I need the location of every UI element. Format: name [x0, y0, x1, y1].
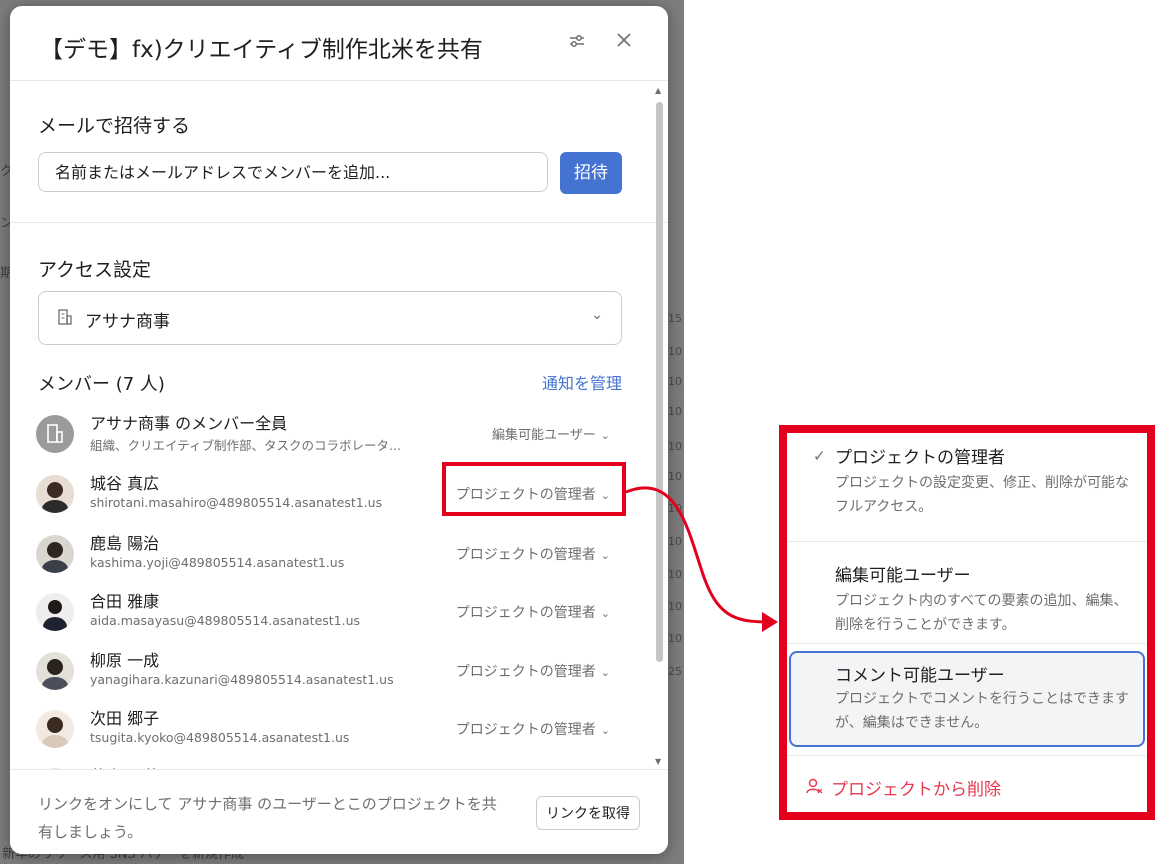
manage-notifications-link[interactable]: 通知を管理: [542, 370, 622, 394]
role-option-title: 編集可能ユーザー: [835, 566, 971, 586]
divider: [787, 755, 1147, 756]
role-option-editor[interactable]: 編集可能ユーザー プロジェクト内のすべての要素の追加、編集、削除を行うことができ…: [787, 551, 1147, 651]
member-role-label: プロジェクトの管理者: [455, 722, 596, 738]
member-row: アサナ商事 のメンバー全員 組織、クリエイティブ制作部、タスクのコラボレータ..…: [36, 410, 616, 468]
access-selected-value: アサナ商事: [85, 312, 170, 332]
dialog-scroll-area[interactable]: メールで招待する 名前またはメールアドレスでメンバーを追加... 招待 アクセス…: [10, 81, 668, 771]
chevron-down-icon: ⌄: [600, 549, 610, 562]
role-option-commenter[interactable]: コメント可能ユーザー プロジェクトでコメントを行うことはできますが、編集はできま…: [789, 651, 1145, 747]
person-avatar: [36, 710, 74, 748]
remove-from-project-button[interactable]: プロジェクトから削除: [805, 775, 1001, 800]
member-role-dropdown[interactable]: プロジェクトの管理者 ⌄: [456, 661, 610, 681]
scrollbar-thumb[interactable]: [656, 102, 663, 662]
chevron-down-icon: ⌄: [600, 666, 610, 679]
chevron-down-icon: ⌄: [600, 607, 610, 620]
member-name: 鹿島 陽治: [90, 534, 160, 553]
share-dialog: 【デモ】fx)クリエイティブ制作北米を共有 メールで招待する 名前またはメールア…: [10, 6, 668, 854]
scroll-down-icon[interactable]: ▼: [655, 757, 661, 766]
member-name: アサナ商事 のメンバー全員: [90, 414, 288, 433]
bg-number: 10: [668, 375, 682, 388]
divider: [787, 541, 1147, 542]
person-avatar: [36, 535, 74, 573]
chevron-down-icon: ⌄: [591, 307, 603, 323]
member-role-label: プロジェクトの管理者: [455, 547, 596, 563]
access-settings-select[interactable]: アサナ商事 ⌄: [38, 291, 622, 345]
role-option-desc: プロジェクト内のすべての要素の追加、編集、削除を行うことができます。: [835, 593, 1128, 633]
bg-number: 10: [668, 632, 682, 645]
member-role-label: プロジェクトの管理者: [455, 605, 596, 621]
email-invite-input[interactable]: 名前またはメールアドレスでメンバーを追加...: [38, 152, 548, 192]
access-section-label: アクセス設定: [38, 259, 152, 281]
divider: [10, 222, 668, 223]
member-name: 次田 郷子: [90, 709, 160, 728]
member-email: yanagihara.kazunari@489805514.asanatest1…: [90, 672, 394, 687]
role-option-desc: プロジェクトの設定変更、修正、削除が可能なフルアクセス。: [835, 475, 1129, 515]
remove-user-icon: [805, 777, 823, 800]
bg-number: 15: [668, 312, 682, 325]
chevron-down-icon: ⌄: [600, 429, 610, 442]
scrollbar[interactable]: ▲ ▼: [654, 86, 664, 766]
member-name: 柳原 一成: [90, 651, 160, 670]
bg-number: 10: [668, 470, 682, 483]
role-option-admin[interactable]: ✓ プロジェクトの管理者 プロジェクトの設定変更、修正、削除が可能なフルアクセス…: [787, 433, 1147, 543]
invite-button[interactable]: 招待: [560, 152, 622, 194]
building-avatar: [36, 415, 74, 453]
person-avatar: [36, 593, 74, 631]
get-link-button[interactable]: リンクを取得: [536, 796, 640, 830]
close-icon[interactable]: [613, 32, 635, 54]
chevron-down-icon: ⌄: [600, 724, 610, 737]
bg-number: 10: [668, 568, 682, 581]
member-email: tsugita.kyoko@489805514.asanatest1.us: [90, 730, 350, 745]
member-role-dropdown[interactable]: 編集可能ユーザー ⌄: [492, 424, 610, 443]
role-option-title: コメント可能ユーザー: [835, 666, 1005, 686]
member-row: 合田 雅康 aida.masayasu@489805514.asanatest1…: [36, 588, 616, 646]
dialog-header: 【デモ】fx)クリエイティブ制作北米を共有: [10, 6, 668, 81]
dialog-footer: リンクをオンにして アサナ商事 のユーザーとこのプロジェクトを共有しましょう。 …: [10, 769, 668, 854]
member-row: 次田 郷子 tsugita.kyoko@489805514.asanatest1…: [36, 705, 616, 763]
member-row: 鹿島 陽治 kashima.yoji@489805514.asanatest1.…: [36, 530, 616, 588]
member-email: aida.masayasu@489805514.asanatest1.us: [90, 613, 361, 628]
role-menu: ✓ プロジェクトの管理者 プロジェクトの設定変更、修正、削除が可能なフルアクセス…: [779, 425, 1155, 820]
member-email: shirotani.masahiro@489805514.asanatest1.…: [90, 495, 383, 510]
scroll-up-icon[interactable]: ▲: [655, 86, 661, 95]
role-option-desc: プロジェクトでコメントを行うことはできますが、編集はできません。: [835, 691, 1129, 731]
member-email: kashima.yoji@489805514.asanatest1.us: [90, 555, 345, 570]
member-role-dropdown[interactable]: プロジェクトの管理者 ⌄: [456, 719, 610, 739]
settings-sliders-icon[interactable]: [566, 32, 588, 54]
members-heading: メンバー (7 人): [38, 374, 165, 395]
member-role-label: プロジェクトの管理者: [455, 664, 596, 680]
member-name: 城谷 真広: [90, 474, 160, 493]
bg-number: 10: [668, 502, 682, 515]
divider: [787, 643, 1147, 644]
check-icon: ✓: [813, 447, 826, 465]
building-icon: [57, 308, 73, 330]
member-role-dropdown[interactable]: プロジェクトの管理者 ⌄: [456, 602, 610, 622]
member-role-label: 編集可能ユーザー: [492, 428, 596, 443]
bg-number: 25: [668, 665, 682, 678]
footer-text: リンクをオンにして アサナ商事 のユーザーとこのプロジェクトを共有しましょう。: [38, 795, 497, 841]
invite-section-label: メールで招待する: [38, 115, 191, 137]
member-subtext: 組織、クリエイティブ制作部、タスクのコラボレータ...: [90, 438, 401, 453]
bg-number: 10: [668, 535, 682, 548]
bg-number: 10: [668, 600, 682, 613]
person-avatar: [36, 475, 74, 513]
member-role-dropdown[interactable]: プロジェクトの管理者 ⌄: [456, 544, 610, 564]
role-option-title: プロジェクトの管理者: [835, 448, 1005, 468]
member-name: 合田 雅康: [90, 592, 160, 611]
member-row: 柳原 一成 yanagihara.kazunari@489805514.asan…: [36, 647, 616, 705]
bg-number: 10: [668, 440, 682, 453]
bg-number: 10: [668, 345, 682, 358]
remove-label: プロジェクトから削除: [831, 780, 1001, 800]
person-avatar: [36, 652, 74, 690]
dialog-title: 【デモ】fx)クリエイティブ制作北米を共有: [40, 37, 483, 63]
annotation-highlight-box: [442, 462, 626, 516]
bg-number: 10: [668, 405, 682, 418]
